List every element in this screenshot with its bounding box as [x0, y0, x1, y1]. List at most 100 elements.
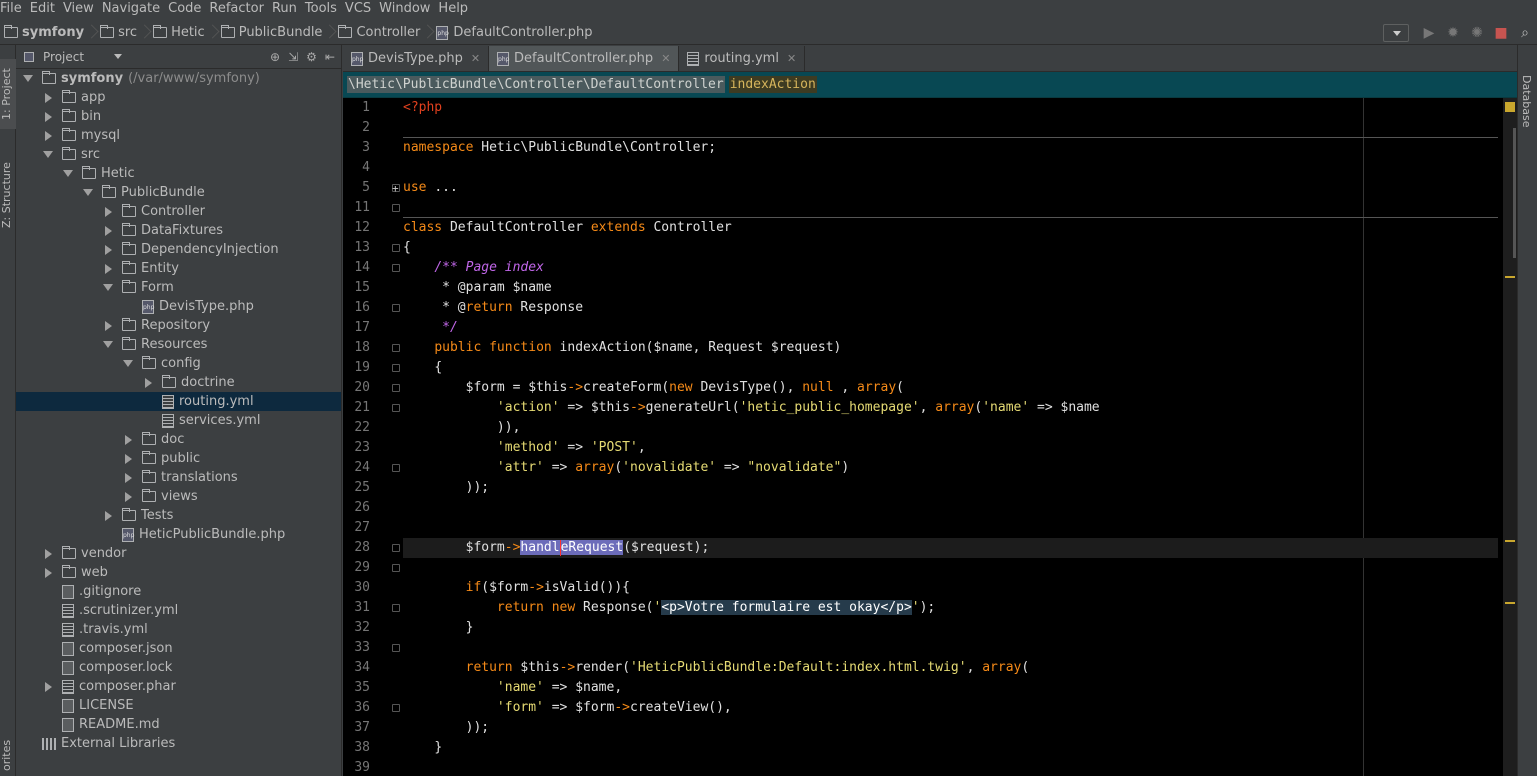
- tree-item[interactable]: src: [16, 145, 341, 164]
- code-line[interactable]: [403, 498, 1498, 518]
- chevron-right-icon[interactable]: [122, 491, 134, 503]
- code-line[interactable]: 'method' => 'POST',: [403, 438, 1498, 458]
- menu-help[interactable]: Help: [434, 0, 472, 21]
- menu-run[interactable]: Run: [268, 0, 301, 21]
- tree-item[interactable]: Entity: [16, 259, 341, 278]
- code-line[interactable]: [403, 158, 1498, 178]
- fold-toggle-icon[interactable]: [392, 604, 400, 612]
- code-line[interactable]: }: [403, 618, 1498, 638]
- tree-item[interactable]: .gitignore: [16, 582, 341, 601]
- tree-item[interactable]: public: [16, 449, 341, 468]
- tree-item[interactable]: php HeticPublicBundle.php: [16, 525, 341, 544]
- code-line[interactable]: 'form' => $form->createView(),: [403, 698, 1498, 718]
- tree-item[interactable]: app: [16, 88, 341, 107]
- chevron-right-icon[interactable]: [102, 320, 114, 332]
- tree-item[interactable]: Resources: [16, 335, 341, 354]
- fold-toggle-icon[interactable]: [392, 344, 400, 352]
- code-line[interactable]: {: [403, 358, 1498, 378]
- tree-item[interactable]: vendor: [16, 544, 341, 563]
- fold-toggle-icon[interactable]: [392, 644, 400, 652]
- chevron-down-icon[interactable]: [82, 187, 94, 199]
- menu-code[interactable]: Code: [164, 0, 205, 21]
- database-tool-tab[interactable]: Database: [1520, 75, 1533, 128]
- nav-crumb[interactable]: PublicBundle: [217, 21, 327, 45]
- tree-item[interactable]: composer.lock: [16, 658, 341, 677]
- tree-item[interactable]: routing.yml: [16, 392, 341, 411]
- chevron-down-icon[interactable]: [22, 73, 34, 85]
- fold-toggle-icon[interactable]: [392, 704, 400, 712]
- code-line[interactable]: ));: [403, 718, 1498, 738]
- code-line[interactable]: <?php: [403, 98, 1498, 118]
- chevron-right-icon[interactable]: [122, 453, 134, 465]
- code-line[interactable]: use ...: [403, 178, 1498, 198]
- editor-scrollbar[interactable]: [1513, 128, 1516, 258]
- tree-item[interactable]: README.md: [16, 715, 341, 734]
- code-line[interactable]: public function indexAction($name, Reque…: [403, 338, 1498, 358]
- code-line[interactable]: [403, 518, 1498, 538]
- code-line[interactable]: * @param $name: [403, 278, 1498, 298]
- code-line[interactable]: $form->handleRequest($request);: [403, 538, 1498, 558]
- menu-file[interactable]: File: [0, 0, 26, 21]
- close-icon[interactable]: ✕: [787, 52, 796, 65]
- stop-icon[interactable]: ■: [1491, 23, 1511, 43]
- editor-tab[interactable]: php DefaultController.php ✕: [489, 46, 680, 71]
- fold-toggle-icon[interactable]: [392, 564, 400, 572]
- tree-item[interactable]: Controller: [16, 202, 341, 221]
- tree-item[interactable]: composer.json: [16, 639, 341, 658]
- tree-item[interactable]: Repository: [16, 316, 341, 335]
- chevron-right-icon[interactable]: [42, 567, 54, 579]
- code-line[interactable]: * @return Response: [403, 298, 1498, 318]
- chevron-right-icon[interactable]: [42, 111, 54, 123]
- editor-tab[interactable]: routing.yml ✕: [679, 46, 806, 71]
- code-line[interactable]: 'action' => $this->generateUrl('hetic_pu…: [403, 398, 1498, 418]
- chevron-right-icon[interactable]: [102, 225, 114, 237]
- nav-crumb[interactable]: src: [96, 21, 141, 45]
- fold-toggle-icon[interactable]: [392, 244, 400, 252]
- warning-mark[interactable]: [1505, 276, 1515, 278]
- code-line[interactable]: 'name' => $name,: [403, 678, 1498, 698]
- tree-item[interactable]: web: [16, 563, 341, 582]
- chevron-down-icon[interactable]: [102, 339, 114, 351]
- menu-tools[interactable]: Tools: [301, 0, 341, 21]
- tree-item[interactable]: .travis.yml: [16, 620, 341, 639]
- tree-item[interactable]: LICENSE: [16, 696, 341, 715]
- menu-edit[interactable]: Edit: [26, 0, 59, 21]
- nav-crumb[interactable]: php DefaultController.php: [432, 21, 596, 45]
- chevron-down-icon[interactable]: [62, 168, 74, 180]
- code-line[interactable]: */: [403, 318, 1498, 338]
- nav-crumb[interactable]: Controller: [334, 21, 424, 45]
- chevron-down-icon[interactable]: [122, 358, 134, 370]
- tree-item[interactable]: services.yml: [16, 411, 341, 430]
- code-line[interactable]: return new Response('<p>Votre formulaire…: [403, 598, 1498, 618]
- fold-toggle-icon[interactable]: [392, 304, 400, 312]
- code-lines[interactable]: <?php namespace Hetic\PublicBundle\Contro…: [403, 98, 1498, 776]
- tree-item[interactable]: Form: [16, 278, 341, 297]
- run-config-dropdown[interactable]: [1383, 24, 1409, 42]
- chevron-right-icon[interactable]: [102, 263, 114, 275]
- tree-item[interactable]: doctrine: [16, 373, 341, 392]
- editor-tab[interactable]: php DevisType.php ✕: [343, 46, 490, 71]
- tree-item[interactable]: .scrutinizer.yml: [16, 601, 341, 620]
- close-icon[interactable]: ✕: [471, 52, 480, 65]
- nav-crumb[interactable]: symfony: [0, 21, 88, 45]
- project-tool-tab[interactable]: 1: Project: [0, 59, 16, 129]
- fold-toggle-icon[interactable]: [392, 464, 400, 472]
- warning-mark[interactable]: [1505, 602, 1515, 604]
- tree-item[interactable]: Hetic: [16, 164, 341, 183]
- run-icon[interactable]: ▶: [1419, 23, 1439, 43]
- error-stripe[interactable]: [1503, 98, 1517, 776]
- chevron-right-icon[interactable]: [42, 548, 54, 560]
- hide-panel-icon[interactable]: ⇤: [325, 50, 335, 64]
- tree-item[interactable]: DependencyInjection: [16, 240, 341, 259]
- chevron-right-icon[interactable]: [42, 92, 54, 104]
- code-line[interactable]: ));: [403, 478, 1498, 498]
- menu-vcs[interactable]: VCS: [341, 0, 375, 21]
- fold-toggle-icon[interactable]: [392, 264, 400, 272]
- fold-toggle-icon[interactable]: [392, 364, 400, 372]
- coverage-icon[interactable]: ✺: [1467, 23, 1487, 43]
- code-line[interactable]: [403, 558, 1498, 578]
- chevron-right-icon[interactable]: [102, 244, 114, 256]
- fold-toggle-icon[interactable]: [392, 384, 400, 392]
- warning-mark[interactable]: [1505, 540, 1515, 542]
- scroll-from-source-icon[interactable]: ⊕: [270, 50, 280, 64]
